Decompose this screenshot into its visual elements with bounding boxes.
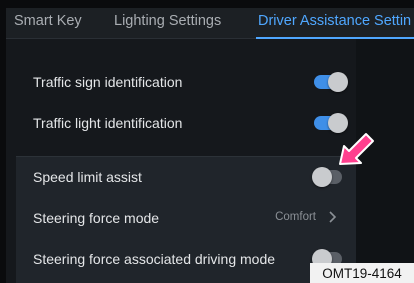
setting-label: Traffic sign identification bbox=[33, 74, 183, 90]
tab-smart-key[interactable]: Smart Key bbox=[14, 13, 82, 29]
setting-row-traffic-light-identification[interactable]: Traffic light identification bbox=[16, 104, 356, 142]
pink-arrow-pointer-icon bbox=[339, 133, 374, 165]
steering-force-mode-value: Comfort bbox=[275, 211, 316, 223]
setting-label: Steering force mode bbox=[33, 210, 160, 226]
tab-lighting-settings[interactable]: Lighting Settings bbox=[114, 13, 221, 29]
setting-label: Speed limit assist bbox=[33, 169, 142, 185]
setting-label: Steering force associated driving mode bbox=[33, 251, 276, 267]
chevron-right-icon bbox=[329, 211, 337, 223]
settings-tab-bar: Smart Key Lighting Settings Driver Assis… bbox=[6, 8, 414, 39]
toggle-knob bbox=[328, 72, 348, 92]
setting-row-traffic-sign-identification[interactable]: Traffic sign identification bbox=[16, 63, 356, 101]
setting-row-speed-limit-assist[interactable]: Speed limit assist bbox=[16, 158, 356, 196]
traffic-sign-identification-toggle[interactable] bbox=[314, 72, 348, 92]
reference-code: OMT19-4164 bbox=[310, 263, 414, 283]
display-bezel-top bbox=[0, 0, 414, 8]
setting-row-steering-force-associated-driving-mode[interactable]: Steering force associated driving mode bbox=[16, 240, 356, 278]
toggle-knob bbox=[312, 167, 332, 187]
settings-screen: Smart Key Lighting Settings Driver Assis… bbox=[0, 0, 414, 283]
display-bezel-left bbox=[0, 0, 6, 283]
tab-driver-assistance-settings[interactable]: Driver Assistance Settin bbox=[258, 13, 411, 29]
speed-limit-assist-toggle[interactable] bbox=[312, 167, 342, 187]
setting-label: Traffic light identification bbox=[33, 115, 183, 131]
setting-row-steering-force-mode[interactable]: Steering force mode Comfort bbox=[16, 199, 356, 237]
